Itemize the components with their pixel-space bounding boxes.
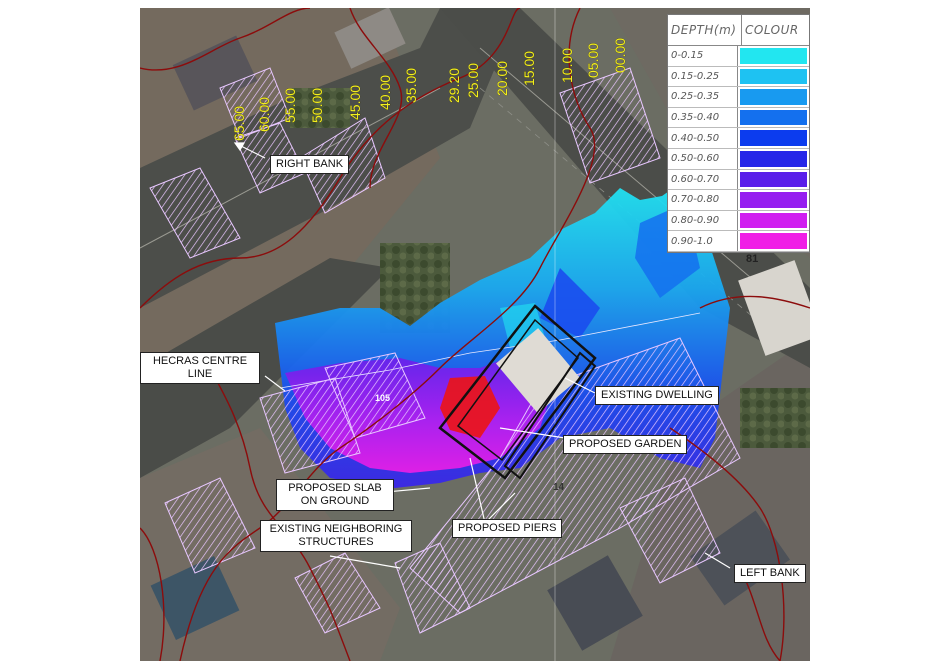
lot-number: 105 [375, 393, 391, 403]
proposed-slab-label: PROPOSED SLAB ON GROUND [276, 479, 394, 511]
legend-row: 0.80-0.90 [668, 210, 809, 232]
legend-depth-range: 0.25-0.35 [668, 87, 738, 107]
chainage-label: 60.00 [256, 97, 272, 132]
legend-colour-swatch [740, 150, 807, 167]
legend-colour-header: COLOUR [745, 23, 799, 37]
hecras-centre-line-label: HECRAS CENTRE LINE [140, 352, 260, 384]
legend-colour-swatch [740, 130, 807, 146]
legend-header: DEPTH(m) COLOUR [668, 15, 809, 46]
chainage-label: 50.00 [309, 88, 325, 123]
legend-colour-swatch [740, 89, 807, 105]
legend-row: 0.15-0.25 [668, 66, 809, 88]
legend-row: 0.50-0.60 [668, 148, 809, 170]
chainage-label: 55.00 [282, 88, 298, 123]
existing-dwelling-label: EXISTING DWELLING [595, 386, 719, 405]
depth-legend: DEPTH(m) COLOUR 0-0.15 0.15-0.25 0.25-0.35… [667, 14, 810, 253]
chainage-label: 65.00 [231, 106, 247, 141]
chainage-label: 40.00 [377, 75, 393, 110]
legend-row: 0.40-0.50 [668, 128, 809, 149]
chainage-label: 45.00 [347, 85, 363, 120]
legend-row: 0.35-0.40 [668, 107, 809, 129]
legend-colour-swatch [740, 192, 807, 208]
legend-row: 0.25-0.35 [668, 87, 809, 108]
chainage-label: 25.00 [465, 63, 481, 98]
legend-colour-swatch [740, 171, 807, 188]
chainage-label: 10.00 [559, 48, 575, 83]
chainage-label: 35.00 [403, 68, 419, 103]
legend-depth-range: 0-0.15 [668, 46, 738, 66]
lot-number: 14 [553, 482, 565, 493]
right-bank-label: RIGHT BANK [270, 155, 350, 174]
legend-colour-swatch [740, 233, 807, 249]
legend-row: 0.60-0.70 [668, 169, 809, 191]
chainage-label: 29.20 [446, 68, 462, 103]
chainage-label: 00.00 [612, 38, 628, 73]
legend-colour-swatch [740, 48, 807, 64]
legend-depth-range: 0.60-0.70 [668, 169, 738, 190]
legend-row: 0.90-1.0 [668, 231, 809, 252]
legend-depth-range: 0.15-0.25 [668, 66, 738, 87]
existing-neighboring-label: EXISTING NEIGHBORING STRUCTURES [260, 520, 412, 552]
legend-depth-range: 0.80-0.90 [668, 210, 738, 231]
legend-colour-swatch [740, 109, 807, 126]
proposed-piers-label: PROPOSED PIERS [452, 519, 563, 538]
chainage-label: 15.00 [521, 51, 537, 86]
legend-depth-range: 0.90-1.0 [668, 231, 738, 251]
proposed-garden-label: PROPOSED GARDEN [563, 435, 688, 454]
legend-depth-range: 0.35-0.40 [668, 107, 738, 128]
legend-colour-swatch [740, 68, 807, 85]
legend-row: 0.70-0.80 [668, 190, 809, 211]
legend-depth-range: 0.70-0.80 [668, 190, 738, 210]
left-bank-label: LEFT BANK [734, 564, 806, 583]
chainage-label: 05.00 [585, 43, 601, 78]
legend-depth-range: 0.40-0.50 [668, 128, 738, 148]
chainage-label: 20.00 [494, 61, 510, 96]
legend-depth-range: 0.50-0.60 [668, 148, 738, 169]
lot-number: 81 [746, 253, 759, 265]
legend-depth-header: DEPTH(m) [668, 15, 742, 45]
legend-colour-swatch [740, 212, 807, 229]
legend-row: 0-0.15 [668, 46, 809, 67]
